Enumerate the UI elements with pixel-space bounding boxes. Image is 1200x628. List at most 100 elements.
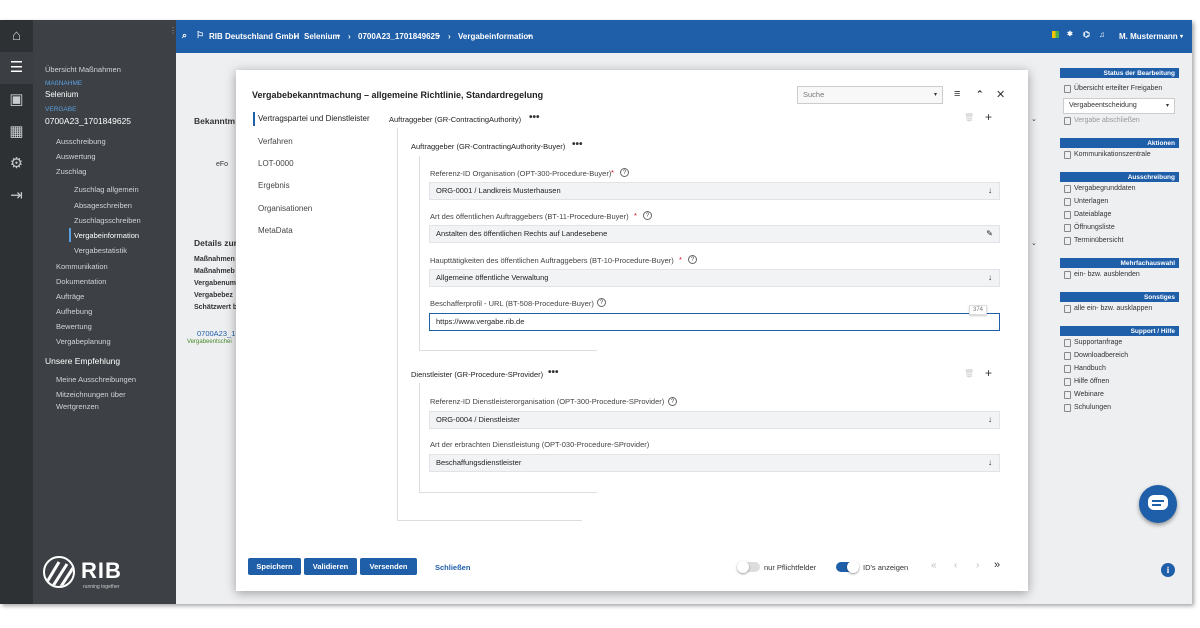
nav-item-meine-ausschreibungen[interactable]: Meine Ausschreibungen <box>56 375 136 384</box>
supportanfrage-link[interactable]: Supportanfrage <box>1060 336 1179 349</box>
nav-item-wertgrenzen[interactable]: Wertgrenzen <box>56 402 99 411</box>
handbuch-link[interactable]: Handbuch <box>1060 362 1179 375</box>
calendar-icon[interactable]: ▦ <box>0 116 33 148</box>
help-icon[interactable]: ? <box>688 255 697 264</box>
tab-ergebnis[interactable]: Ergebnis <box>258 181 290 190</box>
nav-item-mitzeichnungen[interactable]: Mitzeichnungen über <box>56 390 126 399</box>
save-button[interactable]: Speichern <box>248 558 301 575</box>
info-icon[interactable]: i <box>1161 563 1175 577</box>
chevron-down-icon[interactable]: ▾ <box>437 33 440 40</box>
chevron-down-icon[interactable]: ⌄ <box>1031 115 1037 123</box>
edit-icon[interactable]: ✎ <box>986 226 993 242</box>
nav-sub-vergabeinformation[interactable]: Vergabeinformation <box>74 231 139 240</box>
nav-item-auswertung[interactable]: Auswertung <box>56 152 96 161</box>
nav-item-auftraege[interactable]: Aufträge <box>56 292 84 301</box>
chevron-down-icon[interactable]: ⌄ <box>1031 239 1037 247</box>
trash-icon[interactable]: 🗑 <box>964 113 974 122</box>
close-button[interactable]: Schließen <box>435 563 470 572</box>
nav-sub-zuschlag-allgemein[interactable]: Zuschlag allgemein <box>74 185 139 194</box>
prev-page-icon[interactable]: ‹ <box>954 560 957 571</box>
beschafferprofil-input[interactable]: https://www.vergabe.rib.de <box>429 313 1000 331</box>
code-icon[interactable]: ⌬ <box>1083 30 1090 39</box>
breadcrumb-vergabe[interactable]: 0700A23_1701849625 <box>358 32 439 41</box>
next-page-icon[interactable]: › <box>976 560 979 571</box>
more-icon[interactable]: ••• <box>548 367 559 378</box>
tab-lot[interactable]: LOT-0000 <box>258 159 294 168</box>
plugin-icon[interactable]: ✱ <box>1067 30 1073 38</box>
nav-item-kommunikation[interactable]: Kommunikation <box>56 262 108 271</box>
unterlagen-link[interactable]: Unterlagen <box>1060 195 1179 208</box>
oeffnungsliste-link[interactable]: Öffnungsliste <box>1060 221 1179 234</box>
tab-metadata[interactable]: MetaData <box>258 226 293 235</box>
dateiablage-link[interactable]: Dateiablage <box>1060 208 1179 221</box>
search-icon[interactable]: ⌕ <box>182 30 187 41</box>
hilfe-oeffnen-link[interactable]: Hilfe öffnen <box>1060 375 1179 388</box>
art-auftraggeber-field[interactable]: Anstalten des öffentlichen Rechts auf La… <box>429 225 1000 243</box>
menu-icon[interactable]: ≡ <box>954 88 960 100</box>
vergabe-abschliessen-link[interactable]: Vergabe abschließen <box>1060 114 1179 127</box>
nav-sub-zuschlagsschreiben[interactable]: Zuschlagsschreiben <box>74 216 141 225</box>
dienstleister-id-select[interactable]: ORG-0004 / Dienstleister ↓ <box>429 411 1000 429</box>
home-icon[interactable]: ⌂ <box>0 20 33 52</box>
status-select[interactable]: Vergabeentscheidung ▾ <box>1063 98 1175 114</box>
dienstleistung-select[interactable]: Beschaffungsdienstleister ↓ <box>429 454 1000 472</box>
more-icon[interactable]: ••• <box>572 139 583 150</box>
close-icon[interactable]: ✕ <box>996 88 1005 101</box>
ein-ausblenden-link[interactable]: ein- bzw. ausblenden <box>1060 268 1179 281</box>
apps-icon[interactable] <box>1052 31 1059 38</box>
tab-verfahren[interactable]: Verfahren <box>258 137 293 146</box>
freigaben-link[interactable]: Übersicht erteilter Freigaben <box>1060 82 1179 95</box>
trash-icon[interactable]: 🗑 <box>964 369 974 378</box>
contacts-icon[interactable]: ▣ <box>0 84 33 116</box>
alle-ausklappen-link[interactable]: alle ein- bzw. ausklappen <box>1060 302 1179 315</box>
bookmark-icon[interactable]: ⚐ <box>196 30 204 41</box>
send-button[interactable]: Versenden <box>360 558 417 575</box>
help-icon[interactable]: ? <box>597 298 606 307</box>
last-page-icon[interactable]: » <box>994 559 1000 571</box>
help-icon[interactable]: ? <box>668 397 677 406</box>
search-select[interactable]: Suche ▾ <box>797 86 943 104</box>
user-menu[interactable]: M. Mustermann <box>1119 32 1178 41</box>
vergabegrunddaten-link[interactable]: Vergabegrunddaten <box>1060 182 1179 195</box>
nav-sub-vergabestatistik[interactable]: Vergabestatistik <box>74 246 127 255</box>
breadcrumb-page[interactable]: Vergabeinformation <box>458 32 533 41</box>
logout-icon[interactable]: ⇥ <box>0 180 33 212</box>
validate-button[interactable]: Validieren <box>304 558 357 575</box>
downloadbereich-link[interactable]: Downloadbereich <box>1060 349 1179 362</box>
more-icon[interactable]: ••• <box>529 112 540 123</box>
kommunikationszentrale-link[interactable]: Kommunikationszentrale <box>1060 148 1179 161</box>
nav-item-vergabeplanung[interactable]: Vergabeplanung <box>56 337 111 346</box>
haupttaetigkeiten-select[interactable]: Allgemeine öffentliche Verwaltung ↓ <box>429 269 1000 287</box>
nav-sub-absageschreiben[interactable]: Absageschreiben <box>74 201 132 210</box>
bg-vergabe-link[interactable]: 0700A23_1 <box>197 329 235 338</box>
webinare-link[interactable]: Webinare <box>1060 388 1179 401</box>
gear-icon[interactable]: ⚙ <box>0 148 33 180</box>
collapse-icon[interactable]: ⌃ <box>976 89 984 100</box>
tab-organisationen[interactable]: Organisationen <box>258 204 312 213</box>
nav-overview[interactable]: Übersicht Maßnahmen <box>45 65 121 74</box>
chat-button[interactable] <box>1139 485 1177 523</box>
bell-icon[interactable]: ♫ <box>1099 30 1105 39</box>
referenz-id-select[interactable]: ORG-0001 / Landkreis Musterhausen ↓ <box>429 182 1000 200</box>
breadcrumb-project[interactable]: Selenium <box>304 32 340 41</box>
add-icon[interactable]: + <box>985 110 992 124</box>
list-icon[interactable]: ☰ <box>0 52 33 84</box>
schulungen-link[interactable]: Schulungen <box>1060 401 1179 414</box>
pflichtfelder-toggle[interactable] <box>737 561 760 573</box>
chevron-down-icon[interactable]: ▾ <box>1180 33 1183 40</box>
ids-toggle[interactable] <box>836 561 859 573</box>
nav-item-dokumentation[interactable]: Dokumentation <box>56 277 106 286</box>
nav-item-bewertung[interactable]: Bewertung <box>56 322 92 331</box>
nav-item-ausschreibung[interactable]: Ausschreibung <box>56 137 106 146</box>
breadcrumb-company[interactable]: RIB Deutschland GmbH <box>209 32 299 41</box>
terminuebersicht-link[interactable]: Terminübersicht <box>1060 234 1179 247</box>
nav-item-aufhebung[interactable]: Aufhebung <box>56 307 92 316</box>
chevron-down-icon[interactable]: ▾ <box>528 33 531 40</box>
first-page-icon[interactable]: « <box>931 560 937 571</box>
chevron-down-icon[interactable]: ▾ <box>337 33 340 40</box>
help-icon[interactable]: ? <box>620 168 629 177</box>
add-icon[interactable]: + <box>985 366 992 380</box>
help-icon[interactable]: ? <box>643 211 652 220</box>
nav-item-zuschlag[interactable]: Zuschlag <box>56 167 86 176</box>
tab-vertragspartei[interactable]: Vertragspartei und Dienstleister <box>258 114 370 123</box>
